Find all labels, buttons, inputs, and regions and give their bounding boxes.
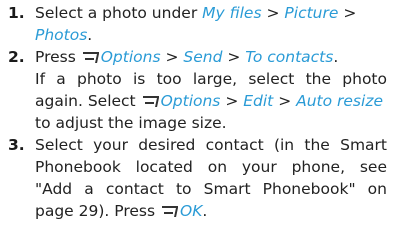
path-separator: > bbox=[266, 4, 280, 22]
step-number: 3. bbox=[8, 136, 25, 154]
step-line: "Add a contact to Smart Phonebook" on bbox=[35, 178, 387, 200]
step-line: again. Select Options > Edit > Auto resi… bbox=[35, 90, 387, 112]
text-run: again. Select bbox=[35, 92, 136, 110]
path-separator: > bbox=[220, 92, 244, 110]
menu-path-edit: Edit bbox=[243, 92, 274, 110]
menu-path-ok: OK bbox=[180, 202, 203, 220]
left-softkey-icon bbox=[82, 52, 99, 63]
step-line: Press Options > Send > To contacts. bbox=[35, 46, 387, 68]
path-separator: > bbox=[222, 48, 246, 66]
text-run: . bbox=[333, 48, 339, 66]
menu-path-my-files: My files bbox=[202, 4, 262, 22]
text-run: If a photo is too large, select the phot… bbox=[35, 70, 387, 88]
step-text: Select a photo under My files > Picture … bbox=[35, 2, 387, 46]
path-separator: > bbox=[343, 4, 357, 22]
left-softkey-icon bbox=[142, 96, 159, 107]
menu-path-to-contacts: To contacts bbox=[245, 48, 334, 66]
menu-path-options: Options bbox=[160, 92, 221, 110]
text-run: Phonebook located on your phone, see bbox=[35, 158, 387, 176]
path-separator: > bbox=[273, 92, 297, 110]
text-run: . bbox=[202, 202, 208, 220]
step-line: Photos. bbox=[35, 24, 387, 46]
step-line: to adjust the image size. bbox=[35, 112, 387, 134]
menu-path-picture: Picture bbox=[284, 4, 339, 22]
menu-path-options: Options bbox=[100, 48, 161, 66]
step-line: Select a photo under My files > Picture … bbox=[35, 2, 387, 24]
menu-path-photos: Photos bbox=[35, 26, 88, 44]
step-number: 1. bbox=[8, 4, 25, 22]
instruction-page: 1. Select a photo under My files > Pictu… bbox=[0, 0, 395, 241]
step-line: Select your desired contact (in the Smar… bbox=[35, 134, 387, 156]
text-run: Press bbox=[35, 48, 76, 66]
step-line: page 29). Press OK. bbox=[35, 200, 387, 222]
text-run: Select your desired contact (in the Smar… bbox=[35, 136, 387, 154]
text-run: "Add a contact to Smart Phonebook" on bbox=[35, 180, 387, 198]
step-text: Select your desired contact (in the Smar… bbox=[35, 134, 387, 222]
text-run: page 29). Press bbox=[35, 202, 156, 220]
step-number: 2. bbox=[8, 48, 25, 66]
step-text: Press Options > Send > To contacts. If a… bbox=[35, 46, 387, 134]
text-run: . bbox=[87, 26, 93, 44]
step-line: Phonebook located on your phone, see bbox=[35, 156, 387, 178]
step-line: If a photo is too large, select the phot… bbox=[35, 68, 387, 90]
menu-path-send: Send bbox=[183, 48, 223, 66]
text-run: to adjust the image size. bbox=[35, 114, 227, 132]
left-softkey-icon bbox=[162, 206, 178, 217]
menu-path-auto-resize: Auto resize bbox=[296, 92, 383, 110]
path-separator: > bbox=[160, 48, 184, 66]
text-run: Select a photo under bbox=[35, 4, 198, 22]
